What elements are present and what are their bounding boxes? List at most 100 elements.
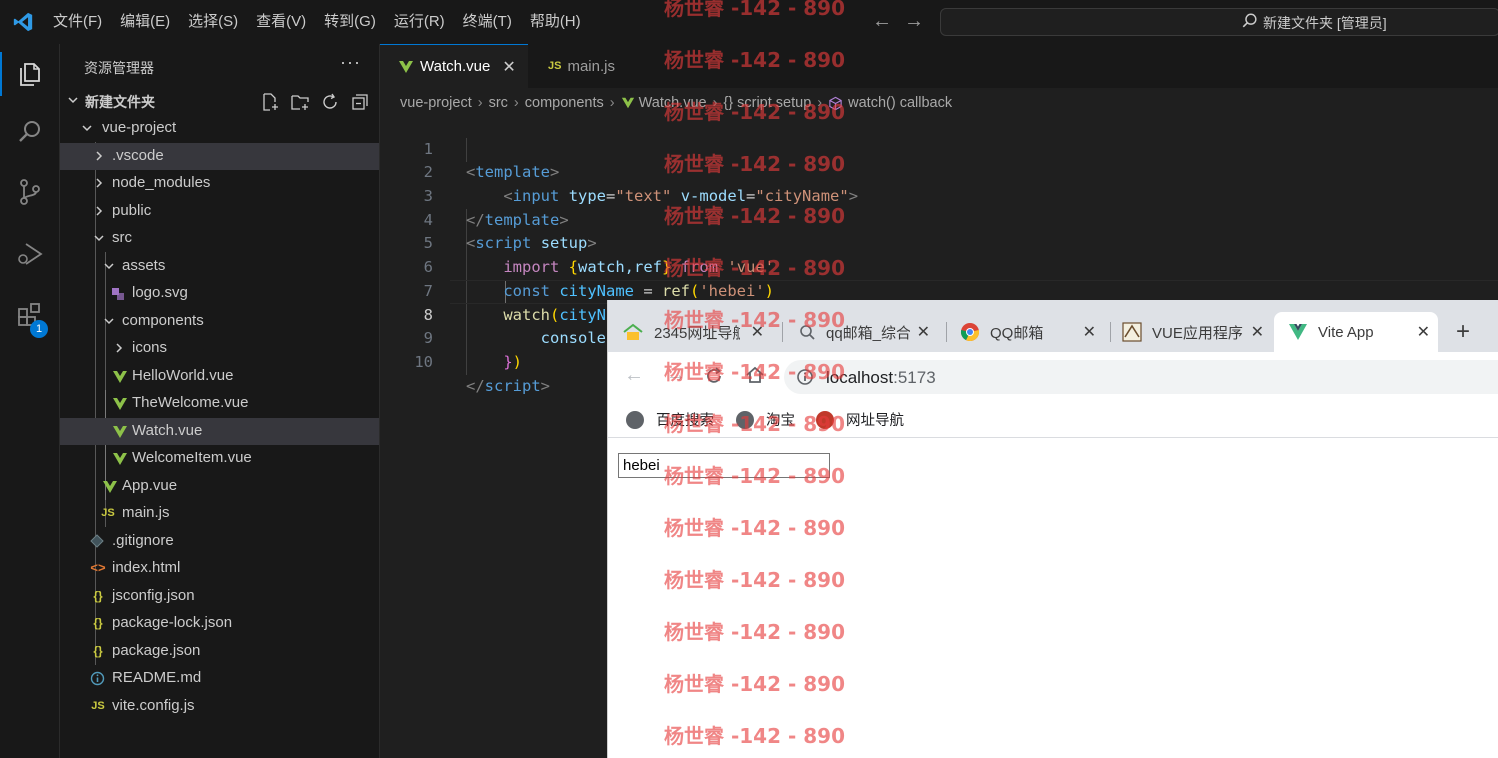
tree-item-jsconfig-json[interactable]: {} jsconfig.json (60, 583, 379, 611)
tree-item-label: main.js (122, 504, 170, 521)
tree-item-logo-svg[interactable]: logo.svg (60, 280, 379, 308)
address-url: localhost:5173 (826, 368, 936, 388)
breadcrumb-item[interactable]: src (489, 95, 508, 111)
tree-item-label: package.json (112, 641, 201, 659)
tree-item-package-lock-json[interactable]: {} package-lock.json (60, 610, 379, 638)
tree-item-welcomeitem-vue[interactable]: WelcomeItem.vue (60, 445, 379, 473)
tree-item-thewelcome-vue[interactable]: TheWelcome.vue (60, 390, 379, 418)
vue-icon (1289, 324, 1307, 340)
editor-tabs: Watch.vue ✕ JS main.js (380, 44, 1498, 88)
breadcrumb-item[interactable]: components (525, 95, 604, 111)
tree-item-main-js[interactable]: JS main.js (60, 500, 379, 528)
search-activity[interactable] (0, 104, 60, 160)
run-debug-activity[interactable] (0, 226, 60, 282)
close-icon[interactable]: ✕ (502, 57, 515, 77)
tree-item-gitignore[interactable]: .gitignore (60, 528, 379, 556)
tree-item-label: TheWelcome.vue (132, 394, 249, 411)
city-name-input[interactable] (618, 453, 830, 478)
tree-item-vue-project[interactable]: vue-project (60, 115, 379, 143)
browser-tab-qq-search[interactable]: qq邮箱_综合 ✕ (798, 312, 938, 352)
new-tab-button[interactable]: + (1456, 318, 1470, 346)
bookmark-label: 淘宝 (766, 413, 795, 429)
new-folder-icon[interactable] (290, 92, 310, 112)
new-file-icon[interactable] (260, 92, 280, 112)
back-icon[interactable]: ← (624, 364, 644, 387)
address-bar[interactable]: localhost:5173 (784, 360, 1498, 394)
tree-item-src[interactable]: src (60, 225, 379, 253)
code-line: 6 const cityName = ref('hebei') (380, 232, 1498, 300)
bookmark-baidu[interactable]: 百度搜索 (626, 409, 714, 430)
activity-bar: 1 (0, 44, 60, 758)
tab-separator (946, 322, 947, 342)
back-arrow-icon[interactable]: ← (872, 10, 892, 33)
browser-tab-title: VUE应用程序 (1152, 324, 1243, 342)
browser-tab-qq-mail[interactable]: QQ邮箱 ✕ (960, 312, 1104, 352)
tree-item-vite-config-js[interactable]: JS vite.config.js (60, 693, 379, 721)
method-cube-icon (829, 96, 842, 110)
tree-item-app-vue[interactable]: App.vue (60, 473, 379, 501)
browser-tab-strip: 2345网址导航 ✕ qq邮箱_综合 ✕ QQ邮箱 ✕ VUE应用程序 ✕ Vi… (608, 300, 1498, 352)
bookmark-taobao[interactable]: 淘宝 (736, 409, 795, 430)
tree-item-node-modules[interactable]: node_modules (60, 170, 379, 198)
chevron-down-icon (94, 235, 104, 242)
tree-item-label: package-lock.json (112, 614, 233, 631)
tree-item-components[interactable]: components (60, 308, 379, 336)
close-icon[interactable]: ✕ (1417, 322, 1430, 342)
source-control-activity[interactable] (0, 164, 60, 220)
browser-tab-title: qq邮箱_综合 (826, 324, 910, 342)
tab-main-js[interactable]: JS main.js (528, 44, 658, 88)
menu-run[interactable]: 运行(R) (385, 0, 454, 44)
vue-file-icon (113, 453, 127, 465)
bookmark-navigation[interactable]: 网址导航 (816, 409, 904, 430)
breadcrumb-item[interactable]: watch() callback (848, 95, 952, 111)
chevron-down-icon (68, 97, 78, 104)
home-icon[interactable] (744, 365, 766, 385)
refresh-icon[interactable] (320, 92, 340, 112)
browser-tab-vue-app[interactable]: VUE应用程序 ✕ (1122, 312, 1272, 352)
tree-item-vscode[interactable]: .vscode (60, 142, 379, 170)
tree-item-readme-md[interactable]: README.md (60, 665, 379, 693)
collapse-all-icon[interactable] (350, 92, 370, 112)
close-icon[interactable]: ✕ (917, 322, 930, 342)
breadcrumb-item[interactable]: vue-project (400, 95, 472, 111)
breadcrumb-item[interactable]: Watch.vue (639, 95, 707, 111)
json-file-icon: {} (93, 616, 103, 630)
extensions-activity[interactable]: 1 (0, 286, 60, 342)
tree-item-public[interactable]: public (60, 198, 379, 226)
workspace-folder-name: 新建文件夹 (85, 94, 155, 110)
more-actions-icon[interactable]: ··· (340, 52, 361, 73)
chevron-right-icon (96, 178, 103, 188)
menu-view[interactable]: 查看(V) (247, 0, 315, 44)
menu-edit[interactable]: 编辑(E) (111, 0, 179, 44)
close-icon[interactable]: ✕ (1251, 322, 1264, 342)
tab-label: Watch.vue (420, 58, 491, 75)
search-icon (1242, 13, 1257, 28)
browser-tab-2345[interactable]: 2345网址导航 ✕ (622, 312, 772, 352)
explorer-sidebar: 资源管理器 ··· 新建文件夹 vue-project .vscode node… (60, 44, 380, 758)
menu-file[interactable]: 文件(F) (44, 0, 111, 44)
breadcrumb-item[interactable]: {} script setup (723, 95, 811, 111)
vscode-logo-icon[interactable] (12, 11, 34, 33)
tree-item-package-json[interactable]: {} package.json (60, 638, 379, 666)
tree-item-index-html[interactable]: <> index.html (60, 555, 379, 583)
menu-help[interactable]: 帮助(H) (521, 0, 590, 44)
tree-item-helloworld-vue[interactable]: HelloWorld.vue (60, 363, 379, 391)
menu-terminal[interactable]: 终端(T) (454, 0, 521, 44)
reload-icon[interactable] (704, 366, 724, 386)
tree-item-icons[interactable]: icons (60, 335, 379, 363)
close-icon[interactable]: ✕ (1083, 322, 1096, 342)
close-icon[interactable]: ✕ (751, 322, 764, 342)
info-icon[interactable] (796, 368, 814, 386)
explorer-activity[interactable] (0, 46, 60, 102)
workspace-folder-header[interactable]: 新建文件夹 (60, 88, 379, 114)
forward-icon[interactable]: → (666, 364, 686, 387)
forward-arrow-icon[interactable]: → (904, 10, 924, 33)
menu-go[interactable]: 转到(G) (315, 0, 385, 44)
menu-selection[interactable]: 选择(S) (179, 0, 247, 44)
command-center[interactable]: 新建文件夹 [管理员] (940, 8, 1498, 36)
browser-tab-vite-app[interactable]: Vite App ✕ (1274, 312, 1438, 352)
code-line: 3 </template> (380, 161, 1498, 229)
tab-watch-vue[interactable]: Watch.vue ✕ (380, 44, 528, 88)
tree-item-assets[interactable]: assets (60, 253, 379, 281)
tree-item-watch-vue[interactable]: Watch.vue (60, 417, 379, 445)
